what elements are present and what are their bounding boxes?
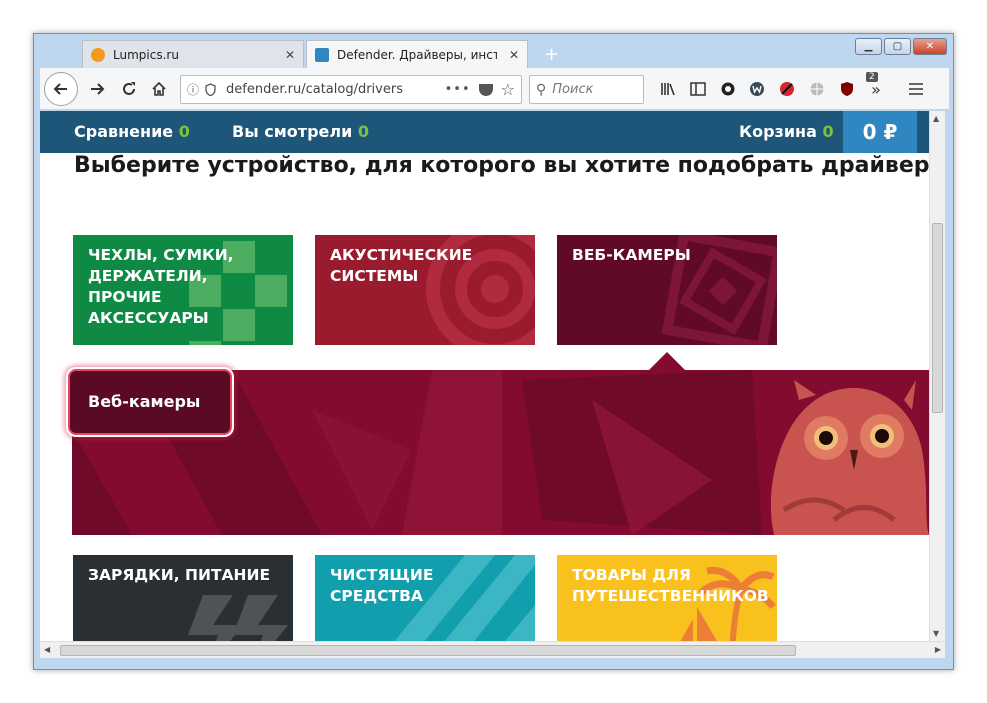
category-label[interactable]: Акустические системы bbox=[330, 245, 500, 287]
back-arrow-icon bbox=[53, 83, 67, 95]
subcategory-label[interactable]: Веб-камеры bbox=[88, 392, 200, 411]
scroll-right-arrow-icon[interactable]: ▶ bbox=[935, 645, 941, 654]
home-icon bbox=[152, 81, 166, 96]
viewed-link[interactable]: Вы смотрели 0 bbox=[232, 122, 369, 141]
pocket-icon[interactable] bbox=[478, 83, 493, 96]
home-button[interactable] bbox=[146, 76, 172, 102]
url-text[interactable]: defender.ru/catalog/drivers bbox=[226, 82, 403, 97]
tab-bar: Lumpics.ru ✕ Defender. Драйверы, инструк… bbox=[40, 38, 840, 68]
maximize-button[interactable]: ▢ bbox=[884, 38, 911, 55]
defender-favicon-icon bbox=[315, 47, 329, 62]
cart-link[interactable]: Корзина 0 bbox=[739, 122, 834, 141]
ublock-extension-icon[interactable] bbox=[837, 79, 857, 99]
horizontal-scroll-thumb[interactable] bbox=[60, 645, 796, 656]
minimize-button[interactable]: ▁ bbox=[855, 38, 882, 55]
page-actions-icon[interactable]: ••• bbox=[445, 82, 471, 97]
webcams-subcategory-button[interactable]: Веб-камеры bbox=[68, 369, 232, 435]
back-button[interactable] bbox=[44, 72, 78, 106]
close-tab-icon[interactable]: ✕ bbox=[509, 48, 519, 62]
compare-count: 0 bbox=[178, 122, 190, 141]
viewed-label[interactable]: Вы смотрели bbox=[232, 122, 352, 141]
menu-hamburger-icon[interactable] bbox=[906, 79, 926, 99]
site-header-bar: Сравнение 0 Вы смотрели 0 Корзина 0 0 ₽ bbox=[40, 111, 929, 153]
search-input[interactable]: ⚲ Поиск bbox=[529, 75, 644, 104]
reload-button[interactable] bbox=[116, 76, 142, 102]
page-title: Выберите устройство, для которого вы хот… bbox=[74, 153, 929, 178]
w-extension-icon[interactable] bbox=[747, 79, 767, 99]
category-label[interactable]: Чистящие средства bbox=[330, 565, 480, 607]
category-label[interactable]: Зарядки, питание bbox=[88, 565, 270, 586]
cart-total[interactable]: 0 ₽ bbox=[843, 111, 917, 153]
cart-label[interactable]: Корзина bbox=[739, 122, 817, 141]
category-label[interactable]: Товары для путешественников bbox=[572, 565, 777, 607]
forward-arrow-icon bbox=[91, 83, 105, 95]
category-label[interactable]: Веб-камеры bbox=[572, 245, 691, 266]
reload-icon bbox=[123, 82, 135, 95]
page-viewport: Сравнение 0 Вы смотрели 0 Корзина 0 0 ₽ … bbox=[40, 111, 929, 641]
sync-extension-icon[interactable] bbox=[718, 79, 738, 99]
new-tab-icon[interactable]: + bbox=[544, 44, 559, 65]
selection-pointer bbox=[649, 352, 685, 370]
tab-label: Lumpics.ru bbox=[113, 47, 179, 62]
scroll-down-arrow-icon[interactable]: ▼ bbox=[933, 629, 939, 638]
globe-extension-icon[interactable] bbox=[807, 79, 827, 99]
viewed-count: 0 bbox=[357, 122, 370, 141]
nav-toolbar: ⓘ defender.ru/catalog/drivers ••• ☆ ⚲ По… bbox=[40, 68, 949, 110]
blocker-extension-icon[interactable] bbox=[777, 79, 797, 99]
vertical-scroll-thumb[interactable] bbox=[932, 223, 943, 413]
sidebar-icon[interactable] bbox=[688, 79, 708, 99]
lumpics-favicon-icon bbox=[91, 47, 105, 62]
close-window-button[interactable]: ✕ bbox=[913, 38, 947, 55]
close-tab-icon[interactable]: ✕ bbox=[285, 48, 295, 62]
scroll-left-arrow-icon[interactable]: ◀ bbox=[44, 645, 50, 654]
category-accessories[interactable]: Чехлы, сумки, держатели, прочие аксессуа… bbox=[73, 235, 293, 345]
tab-lumpics[interactable]: Lumpics.ru ✕ bbox=[82, 40, 304, 68]
vertical-scrollbar[interactable]: ▲ ▼ bbox=[929, 111, 945, 641]
address-bar[interactable]: ⓘ defender.ru/catalog/drivers ••• ☆ bbox=[180, 75, 522, 104]
category-acoustics[interactable]: Акустические системы bbox=[315, 235, 535, 345]
horizontal-scrollbar[interactable]: ◀ ▶ bbox=[40, 641, 945, 658]
cart-count: 0 bbox=[822, 122, 834, 141]
tab-defender[interactable]: Defender. Драйверы, инструкции ✕ bbox=[306, 40, 528, 68]
tracking-shield-icon[interactable] bbox=[205, 83, 216, 96]
category-travel[interactable]: Товары для путешественников bbox=[557, 555, 777, 641]
category-webcams[interactable]: Веб-камеры bbox=[557, 235, 777, 345]
browser-window: ▁ ▢ ✕ Lumpics.ru ✕ Defender. Драйверы, и… bbox=[33, 33, 954, 670]
category-label[interactable]: Чехлы, сумки, держатели, прочие аксессуа… bbox=[88, 245, 268, 329]
forward-button[interactable] bbox=[84, 76, 110, 102]
tab-label: Defender. Драйверы, инструкции bbox=[337, 47, 497, 62]
search-icon: ⚲ bbox=[536, 81, 547, 98]
search-placeholder: Поиск bbox=[552, 82, 594, 97]
overflow-chevron-icon[interactable]: » bbox=[866, 79, 886, 99]
window-controls: ▁ ▢ ✕ bbox=[855, 38, 947, 55]
compare-link[interactable]: Сравнение 0 bbox=[74, 122, 190, 141]
category-cleaning[interactable]: Чистящие средства bbox=[315, 555, 535, 641]
scroll-up-arrow-icon[interactable]: ▲ bbox=[933, 114, 939, 123]
info-icon[interactable]: ⓘ bbox=[187, 81, 199, 98]
bookmark-star-icon[interactable]: ☆ bbox=[501, 80, 515, 99]
category-chargers[interactable]: Зарядки, питание bbox=[73, 555, 293, 641]
owl-mascot-icon bbox=[770, 380, 929, 535]
library-icon[interactable] bbox=[658, 79, 678, 99]
compare-label[interactable]: Сравнение bbox=[74, 122, 173, 141]
